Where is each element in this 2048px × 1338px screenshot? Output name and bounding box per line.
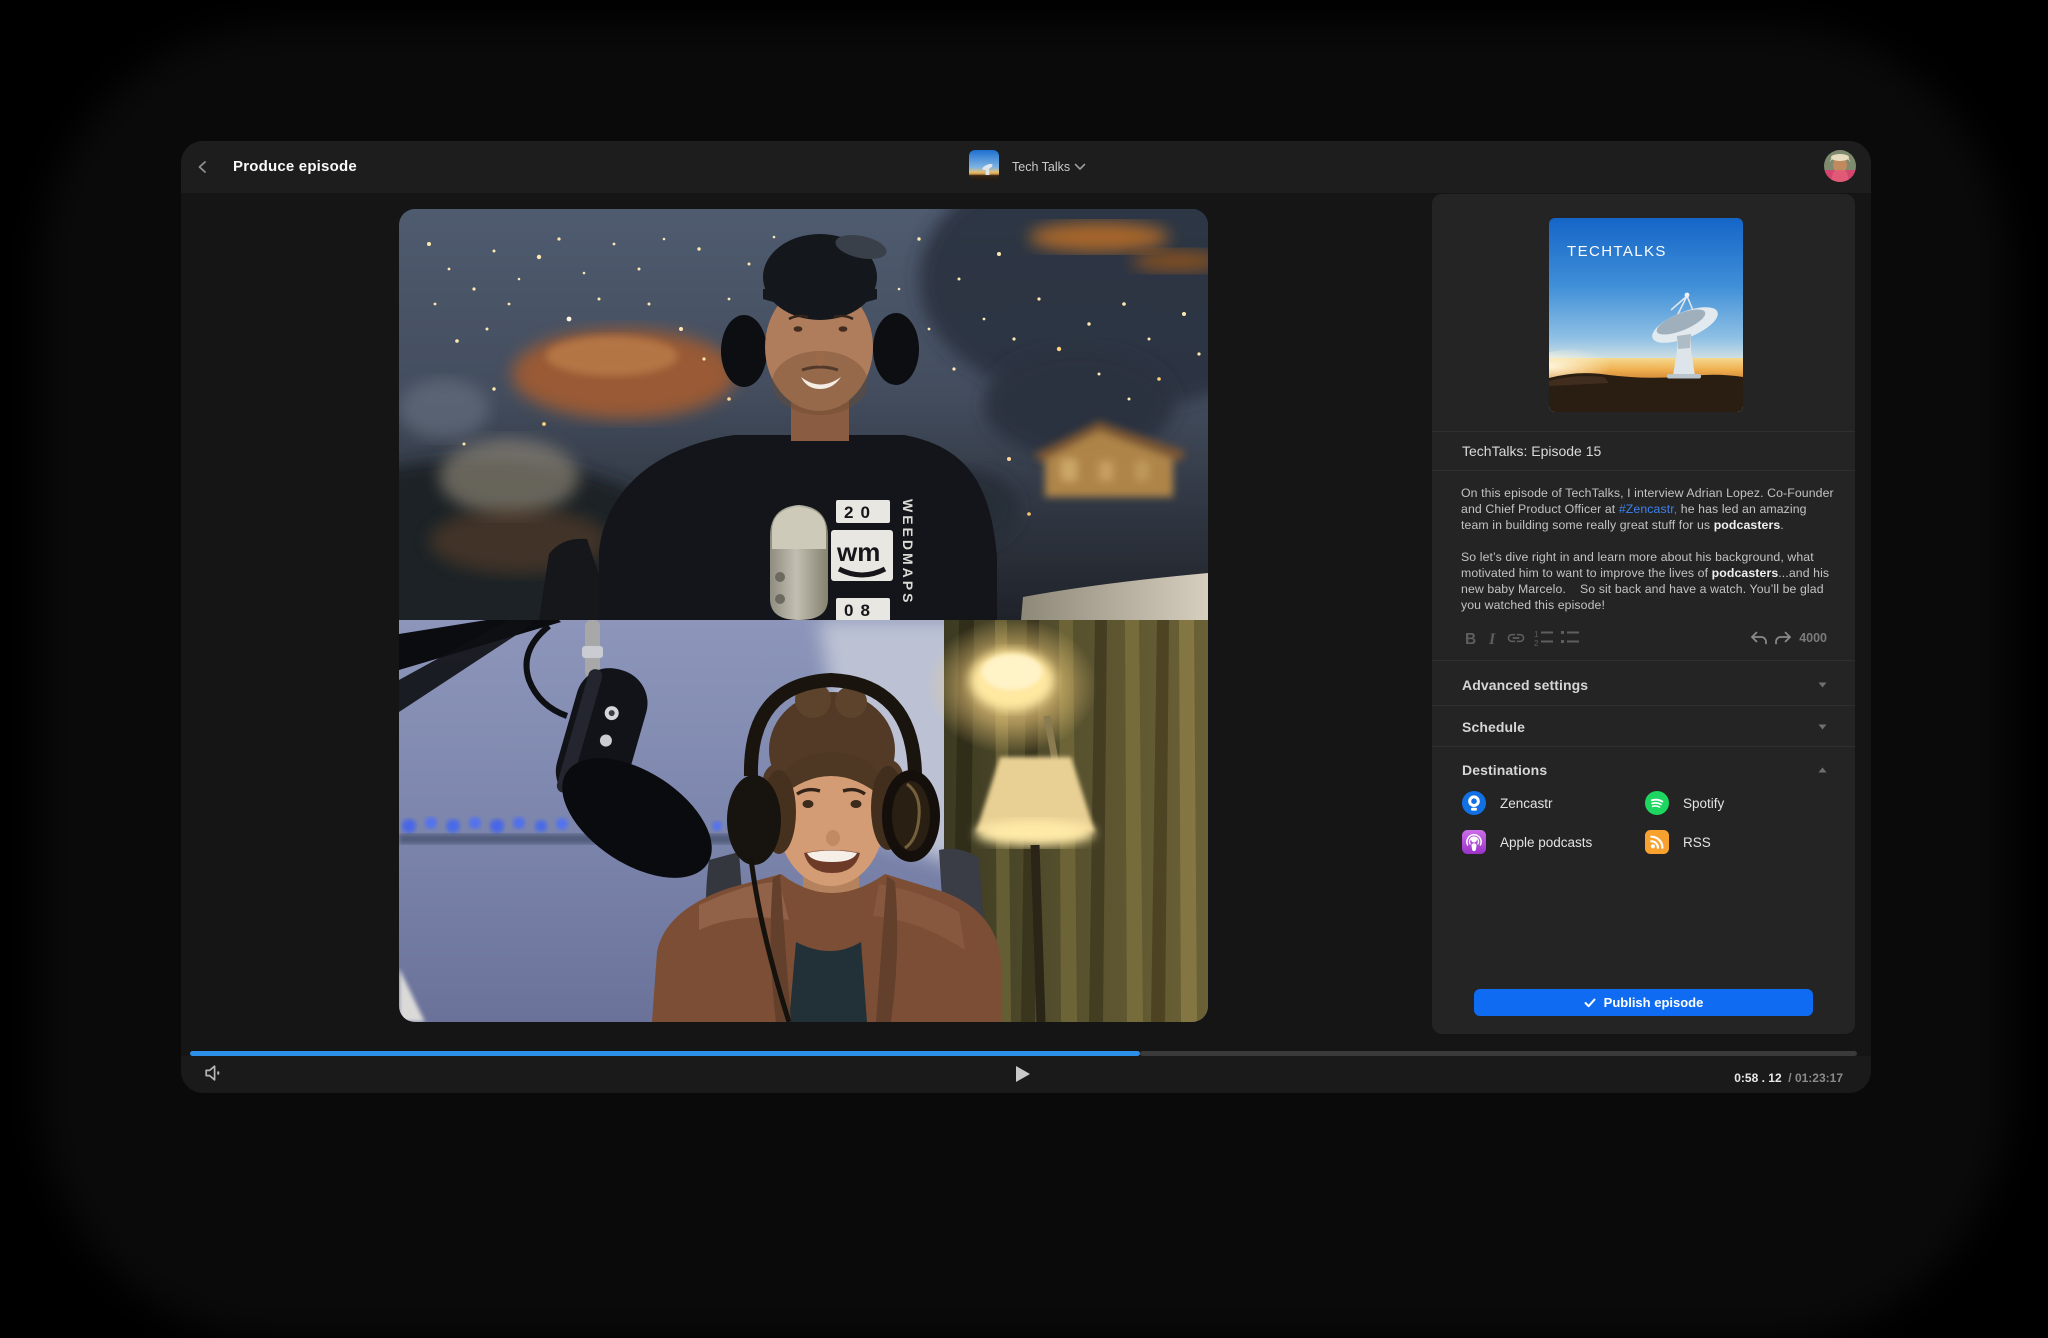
svg-text:1: 1 <box>1534 630 1539 639</box>
svg-text:2: 2 <box>1534 639 1539 648</box>
svg-text:08: 08 <box>844 601 877 620</box>
svg-text:wm: wm <box>836 537 880 567</box>
svg-text:20: 20 <box>844 503 877 522</box>
svg-text:WEEDMAPS: WEEDMAPS <box>900 499 916 605</box>
svg-text:B: B <box>1465 631 1476 648</box>
svg-text:TECHTALKS: TECHTALKS <box>1567 243 1667 260</box>
svg-text:I: I <box>1488 631 1496 648</box>
